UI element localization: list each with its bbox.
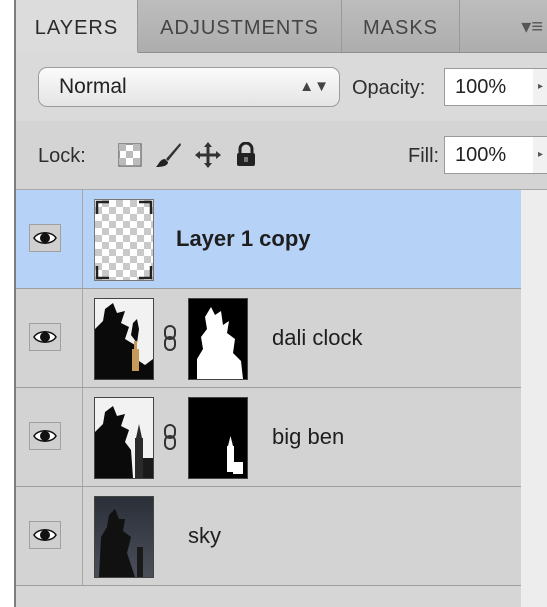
big-ben-image-icon xyxy=(95,398,153,478)
panel-tab-bar: LAYERS ADJUSTMENTS MASKS ▾≡ xyxy=(16,0,547,53)
layer-thumbnail xyxy=(94,298,154,380)
sky-image-icon xyxy=(95,497,153,577)
visibility-cell xyxy=(16,289,83,387)
opacity-arrow-icon[interactable]: ▸ xyxy=(533,68,547,106)
big-ben-mask-icon xyxy=(189,398,247,478)
opacity-field[interactable]: 100% xyxy=(444,68,534,106)
blend-mode-select[interactable]: Normal ▲▼ xyxy=(38,67,340,107)
lock-all-icon[interactable] xyxy=(234,142,258,168)
fill-label: Fill: xyxy=(408,145,440,167)
dali-clock-image-icon xyxy=(95,299,153,379)
eye-icon xyxy=(33,529,57,541)
visibility-cell xyxy=(16,190,83,288)
panel-menu-icon[interactable]: ▾≡ xyxy=(521,14,543,39)
layer-name[interactable]: Layer 1 copy xyxy=(176,226,311,252)
layer-thumbnail xyxy=(94,199,154,281)
layer-row-big-ben[interactable]: big ben xyxy=(16,388,521,487)
select-arrows-icon: ▲▼ xyxy=(299,78,329,95)
visibility-toggle[interactable] xyxy=(29,323,61,351)
layer-name[interactable]: sky xyxy=(188,523,221,549)
mask-link-icon[interactable] xyxy=(162,325,178,351)
dali-clock-mask-icon xyxy=(189,299,247,379)
mask-link-icon[interactable] xyxy=(162,424,178,450)
tab-layers[interactable]: LAYERS xyxy=(16,0,138,53)
lock-position-icon[interactable] xyxy=(194,141,222,169)
layer-row-layer-1-copy[interactable]: Layer 1 copy xyxy=(16,190,521,289)
lock-options-row: Lock: Fill: 100% ▸ xyxy=(16,121,547,190)
layer-mask-thumbnail[interactable] xyxy=(188,298,248,380)
tab-masks[interactable]: MASKS xyxy=(342,0,460,52)
lock-transparent-pixels-icon[interactable] xyxy=(118,143,142,167)
layer-mask-thumbnail[interactable] xyxy=(188,397,248,479)
opacity-label: Opacity: xyxy=(352,77,426,99)
visibility-toggle[interactable] xyxy=(29,521,61,549)
layer-thumbnail xyxy=(94,397,154,479)
layers-panel: LAYERS ADJUSTMENTS MASKS ▾≡ Normal ▲▼ Op… xyxy=(14,0,547,607)
layer-name[interactable]: big ben xyxy=(272,424,344,450)
layer-row-sky[interactable]: sky xyxy=(16,487,521,586)
layer-name[interactable]: dali clock xyxy=(272,325,362,351)
blend-options-row: Normal ▲▼ Opacity: 100% ▸ xyxy=(16,53,547,121)
layer-thumbnail xyxy=(94,496,154,578)
visibility-cell xyxy=(16,487,83,585)
visibility-toggle[interactable] xyxy=(29,422,61,450)
eye-icon xyxy=(33,331,57,343)
panel-footer xyxy=(16,586,521,607)
lock-image-pixels-icon[interactable] xyxy=(154,141,182,169)
visibility-cell xyxy=(16,388,83,486)
panel-scroll-gutter xyxy=(521,190,547,607)
tab-adjustments[interactable]: ADJUSTMENTS xyxy=(138,0,342,52)
eye-icon xyxy=(33,232,57,244)
blend-mode-value: Normal xyxy=(59,75,127,98)
fill-arrow-icon[interactable]: ▸ xyxy=(533,136,547,174)
selection-corners-icon xyxy=(95,200,153,280)
eye-icon xyxy=(33,430,57,442)
lock-label: Lock: xyxy=(38,145,86,167)
fill-field[interactable]: 100% xyxy=(444,136,534,174)
visibility-toggle[interactable] xyxy=(29,224,61,252)
layer-row-dali-clock[interactable]: dali clock xyxy=(16,289,521,388)
layer-list: Layer 1 copy dali clock big ben sky xyxy=(16,190,521,586)
